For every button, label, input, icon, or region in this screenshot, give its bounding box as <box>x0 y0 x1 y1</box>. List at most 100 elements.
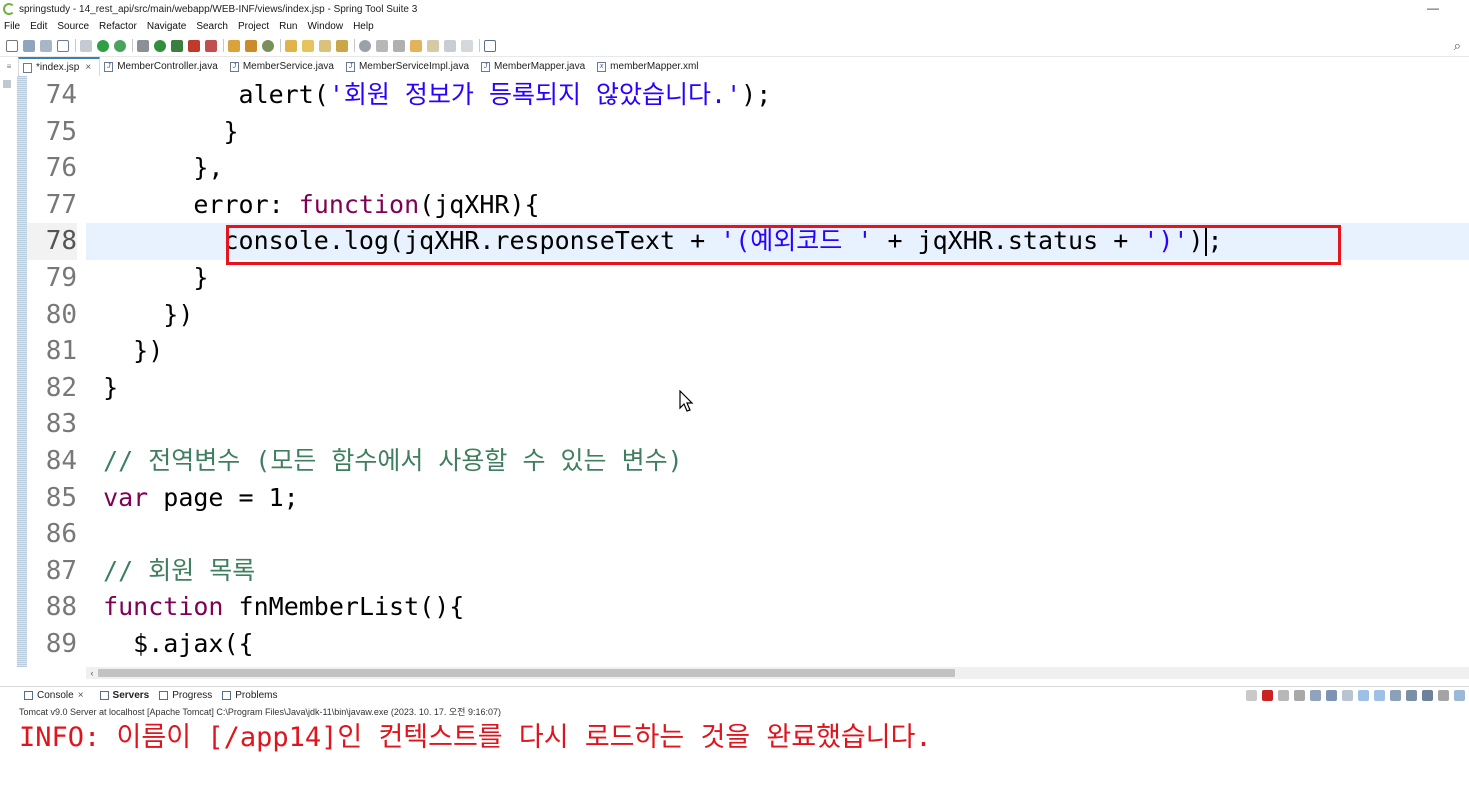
pen-icon[interactable] <box>319 39 331 52</box>
tab-member-service[interactable]: J MemberService.java <box>226 57 342 76</box>
open-folder-icon[interactable] <box>302 39 314 52</box>
menu-edit[interactable]: Edit <box>30 21 47 32</box>
show-on-stderr-icon[interactable] <box>1374 689 1385 701</box>
xml-file-icon: x <box>597 61 607 72</box>
menu-refactor[interactable]: Refactor <box>99 21 137 32</box>
word-wrap-icon[interactable] <box>1342 689 1353 701</box>
code-line-current: 78 console.log(jqXHR.responseText + '(예외… <box>0 223 1469 260</box>
line-number: 78 <box>27 223 77 260</box>
start-server-icon[interactable] <box>97 39 109 52</box>
remove-launch-icon[interactable] <box>1278 689 1289 701</box>
remove-all-icon[interactable] <box>1294 689 1305 701</box>
forward-icon[interactable] <box>427 39 439 52</box>
tab-member-service-impl[interactable]: J MemberServiceImpl.java <box>342 57 477 76</box>
toolbar-separator <box>132 39 133 52</box>
menu-file[interactable]: File <box>4 21 20 32</box>
title-bar: springstudy - 14_rest_api/src/main/webap… <box>0 0 1469 18</box>
code-line: 82 } <box>0 370 1469 407</box>
show-on-stdout-icon[interactable] <box>1358 689 1369 701</box>
menu-source[interactable]: Source <box>57 21 89 32</box>
java-file-icon: J <box>481 61 491 72</box>
tab-member-mapper-xml[interactable]: x memberMapper.xml <box>593 57 706 76</box>
menu-navigate[interactable]: Navigate <box>147 21 186 32</box>
tab-problems[interactable]: Problems <box>222 690 278 701</box>
menu-run[interactable]: Run <box>279 21 297 32</box>
line-number: 76 <box>45 153 77 184</box>
save-all-icon[interactable] <box>40 39 52 52</box>
scroll-left-icon[interactable]: ‹ <box>86 667 98 679</box>
menu-project[interactable]: Project <box>238 21 269 32</box>
view-menu-icon[interactable]: ≡ <box>0 57 18 76</box>
console-output-line: INFO: 이름이 [/app14]인 컨텍스트를 다시 로드하는 것을 완료했… <box>19 722 932 753</box>
close-icon[interactable]: × <box>78 690 84 701</box>
tab-label: *index.jsp <box>36 62 80 73</box>
pin-console-icon[interactable] <box>1390 689 1401 701</box>
new-class-icon[interactable] <box>228 39 240 52</box>
minimize-view-icon[interactable] <box>1438 689 1449 701</box>
line-text: error: function(jqXHR){ <box>193 189 540 219</box>
stop-icon[interactable] <box>188 39 200 52</box>
search-icon[interactable]: ⌕ <box>1454 38 1461 54</box>
tab-member-controller[interactable]: J MemberController.java <box>100 57 226 76</box>
scrollbar-thumb[interactable] <box>98 669 955 677</box>
external-tools-icon[interactable] <box>205 39 217 52</box>
menu-help[interactable]: Help <box>353 21 374 32</box>
toolbar-separator <box>223 39 224 52</box>
clear-console-icon[interactable] <box>1246 689 1257 701</box>
code-editor[interactable]: 74 alert('회원 정보가 등록되지 않았습니다.'); 75 } 76 … <box>0 76 1469 667</box>
code-line: 76 }, <box>0 150 1469 187</box>
terminate-icon[interactable] <box>1262 689 1273 701</box>
tab-progress[interactable]: Progress <box>159 690 212 701</box>
run-icon[interactable] <box>154 39 166 52</box>
line-text: // 전역변수 (모든 함수에서 사용할 수 있는 변수) <box>103 446 683 475</box>
code-line: 75 } <box>0 114 1469 151</box>
debug-icon[interactable] <box>137 39 149 52</box>
toolbar-separator <box>354 39 355 52</box>
navigate-forward-icon[interactable] <box>461 39 473 52</box>
new-icon[interactable] <box>6 39 18 52</box>
new-package-icon[interactable] <box>245 39 257 52</box>
open-type-icon[interactable] <box>285 39 297 52</box>
skip-breakpoints-icon[interactable] <box>80 39 92 52</box>
back-icon[interactable] <box>410 39 422 52</box>
code-line: 87 // 회원 목록 <box>0 553 1469 590</box>
open-task-icon[interactable] <box>336 39 348 52</box>
globe-icon[interactable] <box>359 39 371 52</box>
line-text: alert('회원 정보가 등록되지 않았습니다.'); <box>238 80 772 109</box>
next-annotation-icon[interactable] <box>376 39 388 52</box>
tab-index-jsp[interactable]: *index.jsp × <box>18 57 101 76</box>
line-text: }) <box>133 336 164 366</box>
copy-icon[interactable] <box>1310 689 1321 701</box>
java-file-icon: J <box>229 61 239 72</box>
close-icon[interactable]: × <box>85 62 91 73</box>
display-console-icon[interactable] <box>1406 689 1417 701</box>
prev-annotation-icon[interactable] <box>393 39 405 52</box>
maximize-view-icon[interactable] <box>1454 689 1465 701</box>
refresh-icon[interactable] <box>114 39 126 52</box>
save-icon[interactable] <box>23 39 35 52</box>
menu-window[interactable]: Window <box>307 21 343 32</box>
run-config-icon[interactable] <box>171 39 183 52</box>
line-number: 83 <box>45 409 77 440</box>
tab-member-mapper-java[interactable]: J MemberMapper.java <box>477 57 593 76</box>
minimize-button[interactable]: — <box>1427 1 1439 15</box>
code-line: 77 error: function(jqXHR){ <box>0 187 1469 224</box>
tab-label: MemberServiceImpl.java <box>358 61 470 72</box>
line-text: }) <box>163 299 194 329</box>
open-console-icon[interactable] <box>1422 689 1433 701</box>
editor-tab-bar: ≡ *index.jsp × J MemberController.java J… <box>0 57 1469 76</box>
servers-icon <box>99 691 109 700</box>
code-line: 81 }) <box>0 333 1469 370</box>
tab-label: MemberService.java <box>242 61 334 72</box>
print-icon[interactable] <box>57 39 69 52</box>
horizontal-scrollbar[interactable]: ‹ <box>86 667 1469 679</box>
tab-servers[interactable]: Servers <box>99 690 149 701</box>
pin-editor-icon[interactable] <box>484 39 496 52</box>
new-project-icon[interactable] <box>262 39 274 52</box>
line-text: } <box>223 116 239 146</box>
tab-console[interactable]: Console × <box>24 690 90 701</box>
scroll-lock-icon[interactable] <box>1326 689 1337 701</box>
line-number: 86 <box>45 519 77 550</box>
menu-search[interactable]: Search <box>196 21 228 32</box>
navigate-back-icon[interactable] <box>444 39 456 52</box>
